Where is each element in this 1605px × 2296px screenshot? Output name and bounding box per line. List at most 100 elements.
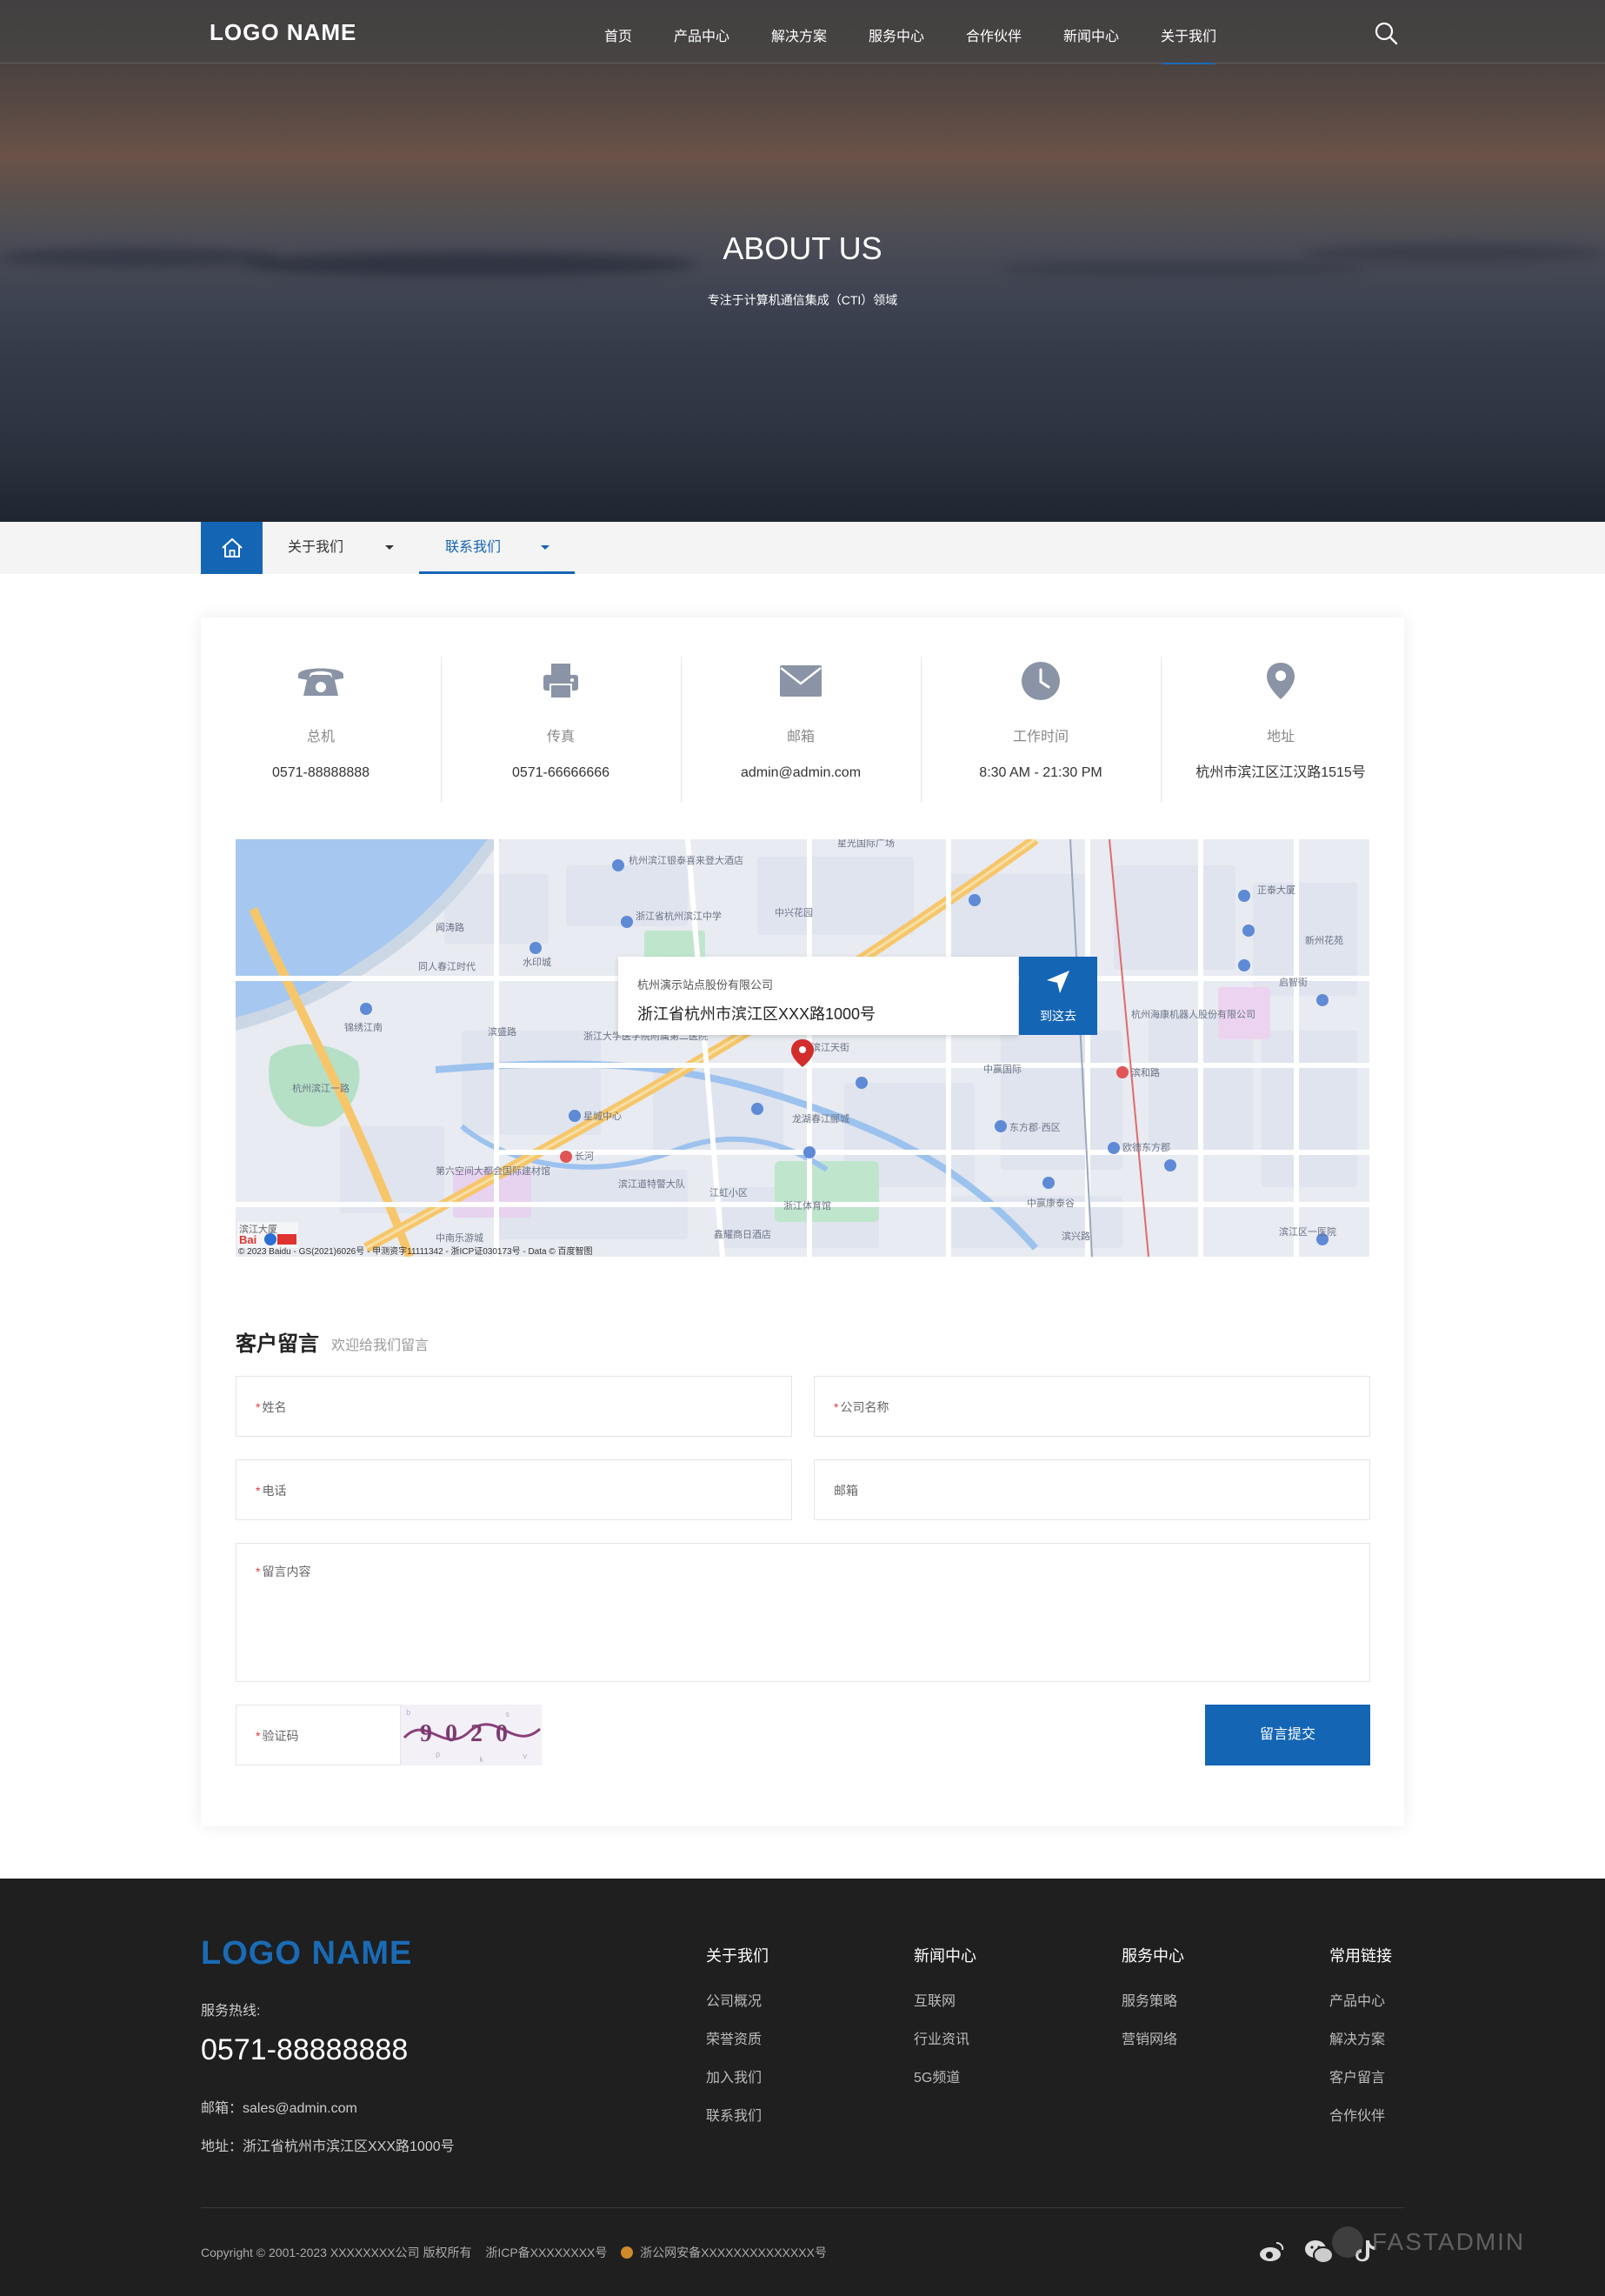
nav-solutions[interactable]: 解决方案 xyxy=(771,24,827,45)
svg-text:k: k xyxy=(479,1756,483,1765)
footer-link[interactable]: 服务策略 xyxy=(1122,1989,1177,2010)
footer-column-title: 服务中心 xyxy=(1122,1947,1184,1965)
wechat-icon[interactable] xyxy=(1304,2239,1334,2269)
breadcrumb-item-label: 联系我们 xyxy=(445,540,502,555)
clock-icon xyxy=(921,657,1161,705)
footer-link[interactable]: 联系我们 xyxy=(706,2104,762,2125)
footer-logo[interactable]: LOGO NAME xyxy=(201,1935,412,1972)
nav-service[interactable]: 服务中心 xyxy=(869,24,924,45)
map-directions-label: 到这去 xyxy=(1040,1009,1076,1023)
fax-icon xyxy=(441,657,681,705)
footer-hotline: 0571-88888888 xyxy=(201,2033,409,2066)
captcha-input[interactable]: * 验证码 xyxy=(236,1705,401,1765)
svg-text:b: b xyxy=(406,1709,410,1718)
required-mark: * xyxy=(834,1400,839,1414)
message-textarea-label: 留言内容 xyxy=(262,1565,311,1578)
svg-text:东方郡·西区: 东方郡·西区 xyxy=(1009,1121,1061,1133)
nav-partners[interactable]: 合作伙伴 xyxy=(966,24,1022,45)
search-icon[interactable] xyxy=(1374,21,1398,45)
nav-active-indicator xyxy=(1162,63,1215,64)
footer-column-title: 新闻中心 xyxy=(914,1947,976,1965)
svg-text:中赢国际: 中赢国际 xyxy=(983,1063,1022,1075)
svg-text:欧德东方郡: 欧德东方郡 xyxy=(1122,1141,1170,1153)
location-map[interactable]: 杭州滨江银泰喜来登大酒店 星光国际广场 浙江省杭州滨江中学 中兴花园 闻涛路 同… xyxy=(236,839,1369,1257)
required-mark: * xyxy=(256,1484,261,1498)
svg-text:鑫耀商日酒店: 鑫耀商日酒店 xyxy=(714,1228,771,1240)
email-input[interactable]: 邮箱 xyxy=(814,1459,1370,1520)
nav-news[interactable]: 新闻中心 xyxy=(1063,24,1119,45)
breadcrumb-active-indicator xyxy=(419,571,575,574)
svg-text:中南乐游城: 中南乐游城 xyxy=(436,1232,483,1244)
submit-message-button[interactable]: 留言提交 xyxy=(1205,1705,1370,1765)
footer-link[interactable]: 产品中心 xyxy=(1329,1989,1385,2010)
footer-link[interactable]: 5G频道 xyxy=(914,2066,960,2086)
phone-input[interactable]: * 电话 xyxy=(236,1459,792,1520)
hero-title: ABOUT US xyxy=(723,230,882,266)
home-icon xyxy=(220,536,244,564)
svg-text:浙江省杭州滨江中学: 浙江省杭州滨江中学 xyxy=(636,910,722,922)
footer-link[interactable]: 行业资讯 xyxy=(914,2027,969,2048)
footer-address: 地址：浙江省杭州市滨江区XXX路1000号 xyxy=(201,2139,455,2154)
nav-home[interactable]: 首页 xyxy=(604,24,632,45)
footer-link[interactable]: 加入我们 xyxy=(706,2066,762,2086)
police-badge-icon xyxy=(621,2246,634,2259)
phone-input-label: 电话 xyxy=(262,1484,287,1498)
fastadmin-logo-icon xyxy=(1332,2226,1363,2258)
map-address: 浙江省杭州市滨江区XXX路1000号 xyxy=(637,1005,876,1023)
site-logo[interactable]: LOGO NAME xyxy=(210,19,356,46)
nav-products[interactable]: 产品中心 xyxy=(674,24,729,45)
breadcrumb-item-about[interactable]: 关于我们 xyxy=(288,522,418,574)
svg-text:s: s xyxy=(505,1711,509,1719)
captcha-input-label: 验证码 xyxy=(262,1729,299,1743)
svg-text:v: v xyxy=(523,1752,528,1761)
svg-text:江虹小区: 江虹小区 xyxy=(709,1187,748,1198)
captcha-image[interactable]: b p s v k 9 0 2 0 xyxy=(401,1705,542,1765)
footer-divider xyxy=(201,2207,1404,2208)
svg-text:正泰大厦: 正泰大厦 xyxy=(1257,884,1295,896)
svg-text:水印城: 水印城 xyxy=(523,957,551,968)
map-directions-button[interactable]: 到这去 xyxy=(1019,957,1097,1035)
fastadmin-watermark-text: FASTADMIN xyxy=(1372,2228,1526,2255)
nav-about[interactable]: 关于我们 xyxy=(1161,24,1216,45)
icp-link[interactable]: 浙ICP备XXXXXXXX号 xyxy=(485,2246,607,2259)
copyright-text: Copyright © 2001-2023 XXXXXXXX公司 版权所有 xyxy=(201,2246,472,2259)
breadcrumb-home-button[interactable] xyxy=(201,522,263,574)
footer-link[interactable]: 客户留言 xyxy=(1329,2066,1385,2086)
svg-text:杭州海康机器人股份有限公司: 杭州海康机器人股份有限公司 xyxy=(1131,1008,1255,1020)
contact-info-label: 总机 xyxy=(306,730,335,744)
contact-info-value: admin@admin.com xyxy=(740,765,862,780)
svg-text:滨江区一医院: 滨江区一医院 xyxy=(1279,1225,1336,1238)
company-input[interactable]: * 公司名称 xyxy=(814,1376,1370,1437)
breadcrumb-item-label: 关于我们 xyxy=(288,540,344,555)
footer-link[interactable]: 营销网络 xyxy=(1122,2027,1177,2048)
message-section-title: 客户留言 xyxy=(236,1332,319,1356)
footer-email: 邮箱：sales@admin.com xyxy=(201,2101,357,2116)
contact-info-label: 传真 xyxy=(546,730,575,744)
footer-link[interactable]: 公司概况 xyxy=(706,1989,762,2010)
contact-info-value: 杭州市滨江区江汉路1515号 xyxy=(1195,765,1366,780)
fastadmin-watermark: FASTADMIN xyxy=(1332,2226,1525,2258)
police-record-link[interactable]: 浙公网安备XXXXXXXXXXXXXX号 xyxy=(640,2246,827,2259)
svg-text:第六空间大都会国际建材馆: 第六空间大都会国际建材馆 xyxy=(436,1165,550,1177)
footer-link[interactable]: 荣誉资质 xyxy=(706,2027,762,2048)
footer-link[interactable]: 互联网 xyxy=(914,1989,956,2010)
breadcrumb-item-contact[interactable]: 联系我们 xyxy=(445,522,576,574)
weibo-icon[interactable] xyxy=(1259,2240,1285,2267)
svg-text:杭州滨江银泰喜来登大酒店: 杭州滨江银泰喜来登大酒店 xyxy=(629,854,743,866)
svg-text:闻涛路: 闻涛路 xyxy=(436,921,464,933)
required-mark: * xyxy=(256,1729,261,1743)
svg-text:龙湖春江郦城: 龙湖春江郦城 xyxy=(792,1113,849,1125)
svg-text:杭州滨江一路: 杭州滨江一路 xyxy=(292,1082,350,1094)
hero-subtitle: 专注于计算机通信集成（CTI）领域 xyxy=(707,293,898,307)
footer-copyright: Copyright © 2001-2023 XXXXXXXX公司 版权所有 浙I… xyxy=(201,2244,827,2261)
svg-text:新州花苑: 新州花苑 xyxy=(1305,934,1343,946)
contact-info-label: 工作时间 xyxy=(1012,730,1069,744)
svg-text:滨江道特警大队: 滨江道特警大队 xyxy=(618,1178,685,1190)
name-input[interactable]: * 姓名 xyxy=(236,1376,792,1437)
footer-link[interactable]: 解决方案 xyxy=(1329,2027,1385,2048)
map-info-popup: 杭州演示站点股份有限公司 浙江省杭州市滨江区XXX路1000号 xyxy=(618,957,1018,1035)
message-textarea[interactable]: * 留言内容 xyxy=(236,1543,1370,1682)
footer-link[interactable]: 合作伙伴 xyxy=(1329,2104,1385,2125)
navigation-arrow-icon xyxy=(1045,969,1071,999)
required-mark: * xyxy=(256,1400,261,1414)
